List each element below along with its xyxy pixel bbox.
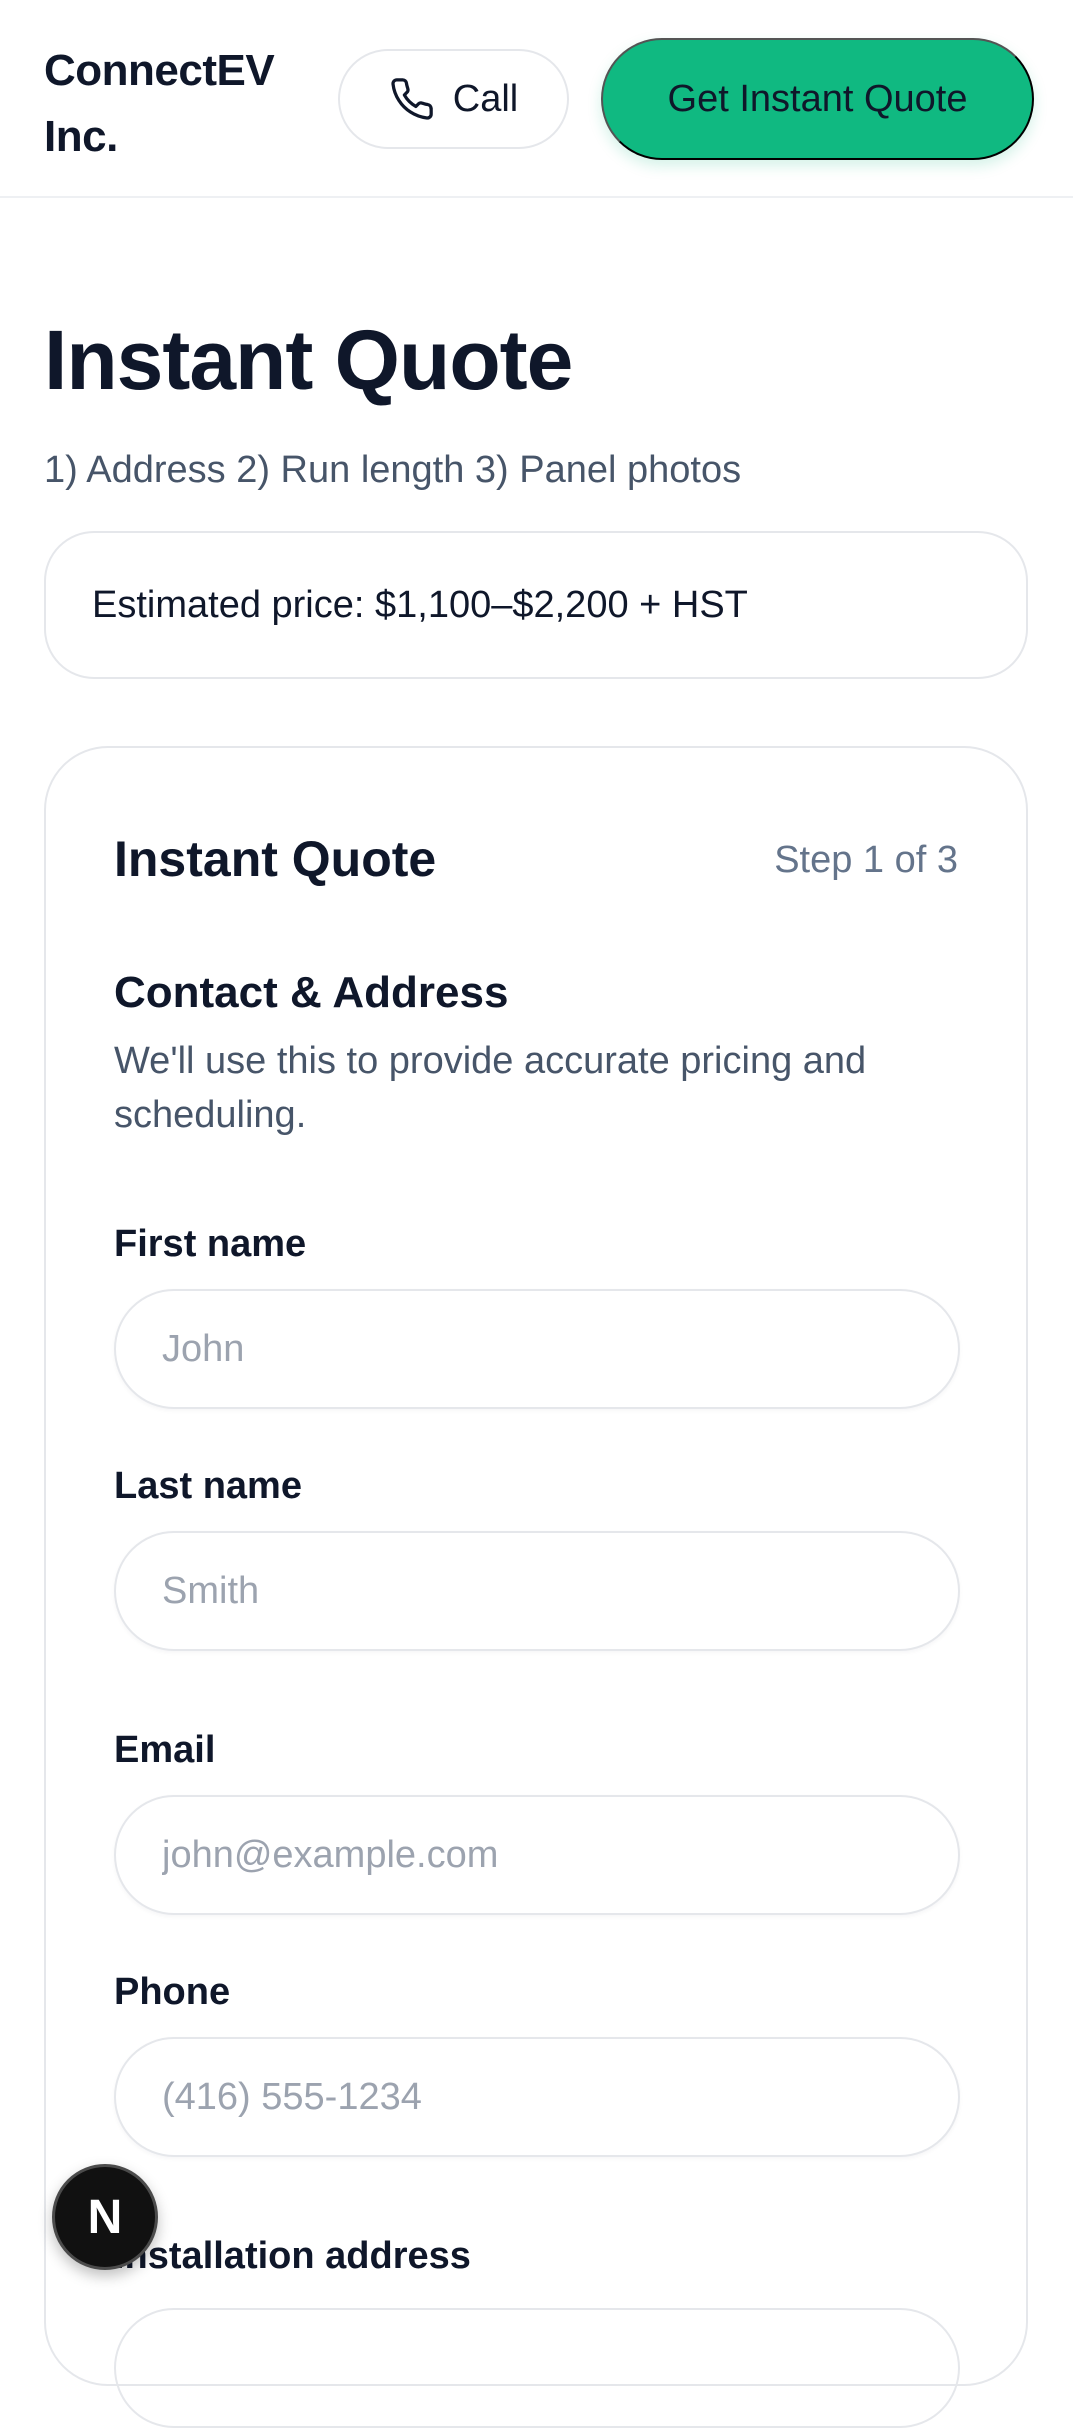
estimated-price-box: Estimated price: $1,100–$2,200 + HST <box>44 531 1028 679</box>
call-button-label: Call <box>452 77 519 120</box>
phone-label: Phone <box>114 1971 231 2013</box>
email-input[interactable] <box>114 1795 960 1915</box>
section-title: Contact & Address <box>114 968 509 1017</box>
last-name-input[interactable] <box>114 1531 960 1651</box>
phone-icon <box>391 78 433 120</box>
section-description: We'll use this to provide accurate prici… <box>114 1040 867 1136</box>
email-label: Email <box>114 1729 216 1771</box>
installation-address-label: Installation address <box>114 2235 471 2277</box>
step-indicator: Step 1 of 3 <box>774 839 958 881</box>
last-name-label: Last name <box>114 1465 302 1507</box>
estimated-price-text: Estimated price: $1,100–$2,200 + HST <box>92 583 748 626</box>
page-title: Instant Quote <box>44 313 573 407</box>
first-name-label: First name <box>114 1223 307 1265</box>
first-name-input[interactable] <box>114 1289 960 1409</box>
brand-logo-text[interactable]: ConnectEV Inc. <box>44 38 304 170</box>
form-title: Instant Quote <box>114 831 437 887</box>
steps-summary: 1) Address 2) Run length 3) Panel photos <box>44 449 742 491</box>
phone-input[interactable] <box>114 2037 960 2157</box>
site-header: ConnectEV Inc. Call Get Instant Quote <box>0 0 1073 198</box>
call-button[interactable]: Call <box>338 49 569 149</box>
installation-address-input[interactable] <box>114 2308 960 2428</box>
quote-form-card: Instant Quote Step 1 of 3 Contact & Addr… <box>44 746 1028 2428</box>
dev-tools-badge[interactable]: N <box>52 2164 158 2270</box>
get-instant-quote-button[interactable]: Get Instant Quote <box>601 38 1034 160</box>
